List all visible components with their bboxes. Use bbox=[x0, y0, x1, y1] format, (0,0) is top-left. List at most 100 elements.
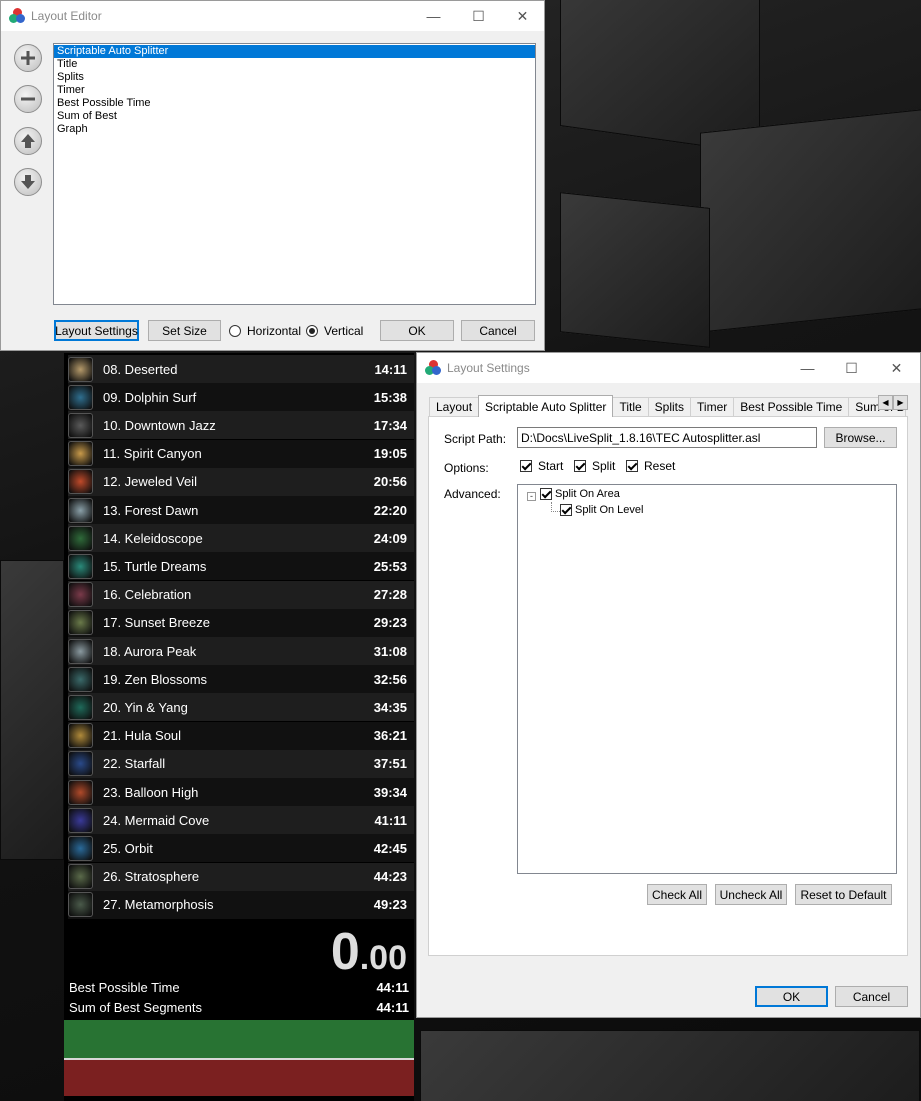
split-checkbox[interactable]: Split bbox=[574, 459, 615, 473]
set-size-button[interactable]: Set Size bbox=[148, 320, 221, 341]
split-row: 22. Starfall 37:51 bbox=[68, 749, 414, 778]
split-row: 20. Yin & Yang 34:35 bbox=[68, 693, 414, 722]
maximize-icon[interactable]: ☐ bbox=[829, 353, 874, 383]
split-on-area-checkbox[interactable]: Split On Area bbox=[540, 488, 620, 500]
segment-time: 44:23 bbox=[373, 869, 407, 885]
tab-title[interactable]: Title bbox=[612, 397, 649, 416]
move-down-button[interactable] bbox=[14, 168, 42, 196]
tab-timer[interactable]: Timer bbox=[690, 397, 735, 416]
close-icon[interactable]: ✕ bbox=[874, 353, 919, 383]
split-on-level-checkbox[interactable]: Split On Level bbox=[560, 504, 643, 516]
segment-name: 25. Orbit bbox=[103, 840, 153, 856]
timer-fraction: .00 bbox=[359, 939, 407, 977]
sum-of-best-label: Sum of Best Segments bbox=[69, 1000, 202, 1015]
split-row: 27. Metamorphosis 49:23 bbox=[68, 890, 414, 919]
layout-editor-title: Layout Editor bbox=[31, 9, 102, 23]
segment-time: 31:08 bbox=[373, 643, 407, 659]
browse-button[interactable]: Browse... bbox=[824, 427, 897, 448]
tab-scriptable-auto-splitter[interactable]: Scriptable Auto Splitter bbox=[478, 395, 614, 417]
horizontal-radio[interactable]: Horizontal bbox=[229, 324, 301, 338]
segment-icon bbox=[68, 892, 93, 918]
segment-icon bbox=[68, 441, 93, 467]
split-row: 09. Dolphin Surf 15:38 bbox=[68, 383, 414, 412]
settings-tabs: Layout Scriptable Auto Splitter Title Sp… bbox=[429, 395, 907, 417]
component-item[interactable]: Scriptable Auto Splitter bbox=[54, 45, 535, 58]
split-row: 26. Stratosphere 44:23 bbox=[68, 862, 414, 891]
checkbox-checked-icon bbox=[626, 460, 638, 472]
radio-circle-selected bbox=[306, 325, 318, 337]
sum-of-best-row: Sum of Best Segments 44:11 bbox=[69, 1000, 409, 1015]
close-icon[interactable]: ✕ bbox=[500, 1, 545, 31]
livesplit-app-icon bbox=[9, 8, 25, 24]
split-label: Split bbox=[592, 459, 616, 473]
uncheck-all-button[interactable]: Uncheck All bbox=[715, 884, 787, 905]
segment-time: 29:23 bbox=[373, 615, 407, 631]
ok-button[interactable]: OK bbox=[380, 320, 454, 341]
move-up-button[interactable] bbox=[14, 127, 42, 155]
segment-time: 19:05 bbox=[373, 446, 407, 462]
split-row: 21. Hula Soul 36:21 bbox=[68, 721, 414, 750]
livesplit-preview: 08. Deserted 14:11 09. Dolphin Surf 15:38 10… bbox=[64, 353, 414, 1101]
segment-time: 39:34 bbox=[373, 784, 407, 800]
segment-time: 15:38 bbox=[373, 389, 407, 405]
arrow-up-icon bbox=[21, 134, 35, 148]
vertical-radio[interactable]: Vertical bbox=[306, 324, 363, 338]
minimize-icon[interactable]: — bbox=[411, 1, 456, 31]
segment-time: 14:11 bbox=[374, 361, 407, 377]
segment-icon bbox=[68, 723, 93, 749]
component-item[interactable]: Best Possible Time bbox=[54, 97, 535, 110]
split-row: 16. Celebration 27:28 bbox=[68, 580, 414, 609]
start-checkbox[interactable]: Start bbox=[520, 459, 563, 473]
tab-splits[interactable]: Splits bbox=[647, 397, 692, 416]
reset-checkbox[interactable]: Reset bbox=[626, 459, 675, 473]
segment-name: 12. Jeweled Veil bbox=[103, 474, 197, 490]
layout-settings-window: Layout Settings — ☐ ✕ Layout Scriptable … bbox=[416, 352, 921, 1018]
component-item[interactable]: Sum of Best bbox=[54, 110, 535, 123]
tab-scroll-left-icon[interactable]: ◀ bbox=[878, 395, 893, 410]
ok-button[interactable]: OK bbox=[755, 986, 828, 1007]
split-row: 08. Deserted 14:11 bbox=[68, 355, 414, 383]
split-row: 15. Turtle Dreams 25:53 bbox=[68, 552, 414, 581]
add-component-button[interactable] bbox=[14, 44, 42, 72]
split-row: 24. Mermaid Cove 41:11 bbox=[68, 806, 414, 835]
tab-scroll-right-icon[interactable]: ▶ bbox=[893, 395, 908, 410]
split-row: 23. Balloon High 39:34 bbox=[68, 778, 414, 806]
segment-icon bbox=[68, 553, 93, 579]
plus-icon bbox=[21, 51, 35, 65]
remove-component-button[interactable] bbox=[14, 85, 42, 113]
component-item[interactable]: Splits bbox=[54, 71, 535, 84]
segment-time: 34:35 bbox=[373, 699, 407, 715]
segment-icon bbox=[68, 384, 93, 410]
cancel-button[interactable]: Cancel bbox=[461, 320, 535, 341]
segment-name: 13. Forest Dawn bbox=[103, 502, 199, 518]
segment-time: 41:11 bbox=[374, 812, 407, 828]
tree-collapse-icon[interactable]: - bbox=[527, 492, 536, 501]
component-item[interactable]: Timer bbox=[54, 84, 535, 97]
tab-layout[interactable]: Layout bbox=[429, 397, 480, 416]
reset-to-default-button[interactable]: Reset to Default bbox=[795, 884, 892, 905]
livesplit-app-icon bbox=[425, 360, 441, 376]
advanced-settings-tree[interactable]: - Split On Area Split On Level bbox=[517, 484, 897, 874]
segment-name: 09. Dolphin Surf bbox=[103, 389, 197, 405]
segment-time: 27:28 bbox=[373, 587, 407, 603]
split-row: 14. Keleidoscope 24:09 bbox=[68, 524, 414, 553]
segment-name: 16. Celebration bbox=[103, 587, 192, 603]
check-all-button[interactable]: Check All bbox=[647, 884, 707, 905]
segment-name: 27. Metamorphosis bbox=[103, 897, 214, 913]
component-item[interactable]: Title bbox=[54, 58, 535, 71]
layout-settings-button[interactable]: Layout Settings bbox=[54, 320, 139, 341]
segment-name: 23. Balloon High bbox=[103, 784, 199, 800]
segment-time: 20:56 bbox=[373, 474, 407, 490]
component-list[interactable]: Scriptable Auto Splitter Title Splits Ti… bbox=[53, 43, 536, 305]
component-item[interactable]: Graph bbox=[54, 123, 535, 136]
maximize-icon[interactable]: ☐ bbox=[456, 1, 501, 31]
segment-icon bbox=[68, 807, 93, 833]
layout-editor-titlebar[interactable]: Layout Editor — ☐ ✕ bbox=[1, 1, 544, 31]
script-path-input[interactable]: D:\Docs\LiveSplit_1.8.16\TEC Autosplitte… bbox=[517, 427, 817, 448]
minimize-icon[interactable]: — bbox=[785, 353, 830, 383]
cancel-button[interactable]: Cancel bbox=[835, 986, 908, 1007]
checkbox-checked-icon bbox=[560, 504, 572, 516]
tab-best-possible-time[interactable]: Best Possible Time bbox=[733, 397, 850, 416]
segment-icon bbox=[68, 638, 93, 664]
layout-settings-titlebar[interactable]: Layout Settings — ☐ ✕ bbox=[417, 353, 920, 383]
